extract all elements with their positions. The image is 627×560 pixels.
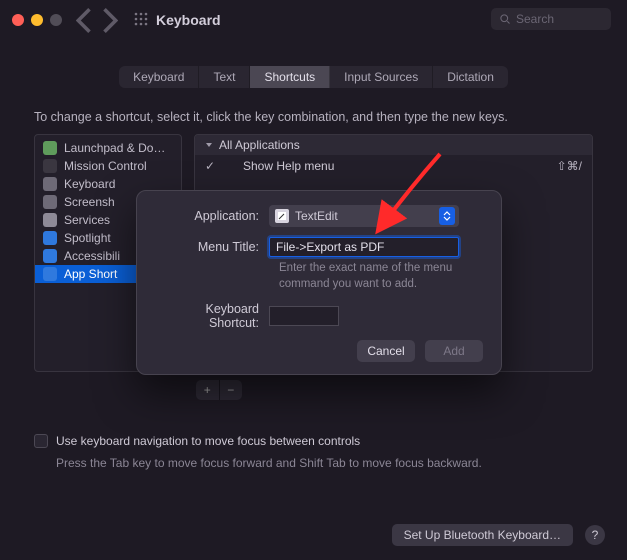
instructions-text: To change a shortcut, select it, click t… [34, 110, 593, 124]
tab-dictation[interactable]: Dictation [433, 66, 508, 88]
sidebar-item-label: Keyboard [64, 177, 115, 191]
forward-button[interactable] [100, 9, 118, 31]
sidebar-item-label: Spotlight [64, 231, 111, 245]
shortcut-keys[interactable]: ⇧⌘/ [557, 159, 582, 173]
category-icon [43, 195, 57, 209]
application-value: TextEdit [295, 209, 338, 223]
disclosure-triangle-icon [205, 141, 213, 149]
minimize-window-button[interactable] [31, 14, 43, 26]
help-button[interactable]: ? [585, 525, 605, 545]
category-icon [43, 267, 57, 281]
setup-bluetooth-keyboard-button[interactable]: Set Up Bluetooth Keyboard… [392, 524, 573, 546]
category-icon [43, 213, 57, 227]
category-icon [43, 177, 57, 191]
all-applications-label: All Applications [219, 138, 300, 152]
tab-bar: KeyboardTextShortcutsInput SourcesDictat… [0, 66, 627, 88]
category-icon [43, 249, 57, 263]
sidebar-item-launchpad-do[interactable]: Launchpad & Do… [35, 139, 181, 157]
application-label: Application: [155, 209, 269, 223]
textedit-app-icon [275, 209, 289, 223]
application-popup[interactable]: TextEdit [269, 205, 459, 227]
add-button[interactable]: Add [425, 340, 483, 362]
menu-title-label: Menu Title: [155, 240, 269, 254]
keyboard-navigation-checkbox[interactable] [34, 434, 48, 448]
sidebar-item-label: App Short [64, 267, 117, 281]
category-icon [43, 159, 57, 173]
sidebar-item-label: Launchpad & Do… [64, 141, 165, 155]
all-applications-header[interactable]: All Applications [195, 135, 592, 155]
traffic-lights [12, 14, 62, 26]
tab-input-sources[interactable]: Input Sources [330, 66, 433, 88]
popup-arrows-icon [439, 207, 455, 225]
tab-keyboard[interactable]: Keyboard [119, 66, 199, 88]
window-title: Keyboard [156, 12, 221, 28]
keyboard-navigation-label: Use keyboard navigation to move focus be… [56, 434, 360, 448]
category-icon [43, 231, 57, 245]
sidebar-item-mission-control[interactable]: Mission Control [35, 157, 181, 175]
search-icon [499, 13, 511, 25]
titlebar: Keyboard Search [0, 0, 627, 40]
cancel-button[interactable]: Cancel [357, 340, 415, 362]
search-input[interactable]: Search [491, 8, 611, 30]
sidebar-item-label: Services [64, 213, 110, 227]
maximize-window-button[interactable] [50, 14, 62, 26]
show-all-prefs-icon[interactable] [134, 12, 148, 29]
sidebar-item-label: Screensh [64, 195, 115, 209]
shortcut-row[interactable]: ✓ Show Help menu ⇧⌘/ [195, 155, 592, 177]
tab-text[interactable]: Text [199, 66, 250, 88]
remove-shortcut-button[interactable]: − [220, 380, 243, 400]
back-button[interactable] [76, 9, 94, 31]
tab-shortcuts[interactable]: Shortcuts [250, 66, 330, 88]
close-window-button[interactable] [12, 14, 24, 26]
add-shortcut-sheet: Application: TextEdit Menu Title: Enter [136, 190, 502, 375]
keyboard-shortcut-field[interactable] [269, 306, 339, 326]
menu-title-input[interactable] [269, 237, 459, 257]
keyboard-shortcut-label: Keyboard Shortcut: [155, 302, 269, 330]
sidebar-item-label: Accessibili [64, 249, 120, 263]
add-remove-control: + − [196, 380, 242, 400]
keyboard-navigation-hint: Press the Tab key to move focus forward … [56, 456, 593, 470]
sidebar-item-label: Mission Control [64, 159, 147, 173]
shortcut-name: Show Help menu [243, 159, 334, 173]
search-placeholder: Search [516, 12, 554, 26]
add-shortcut-button[interactable]: + [196, 380, 220, 400]
shortcut-enabled-checkmark[interactable]: ✓ [205, 159, 217, 173]
menu-title-help: Enter the exact name of the menu command… [279, 261, 489, 292]
category-icon [43, 141, 57, 155]
